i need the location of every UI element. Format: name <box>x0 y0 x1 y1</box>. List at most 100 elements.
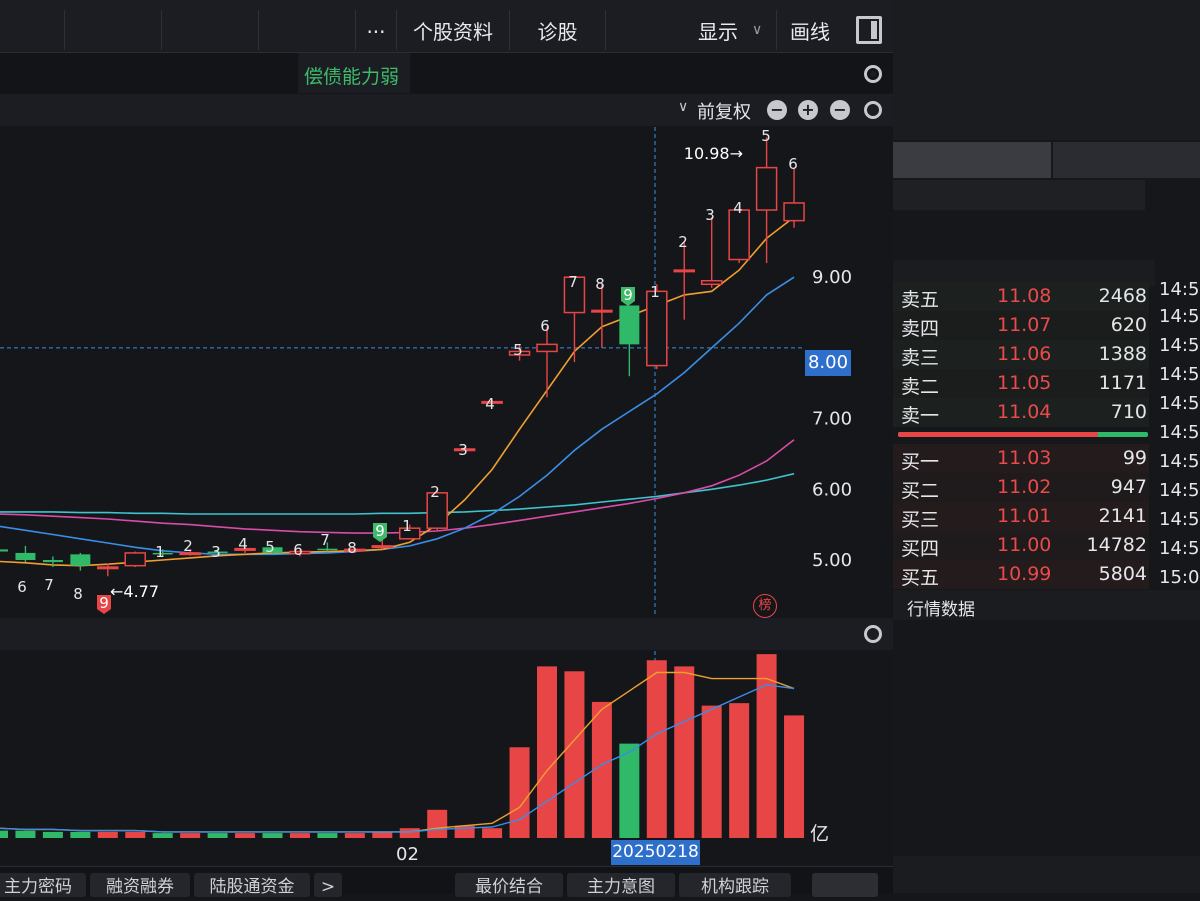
candle-body <box>700 279 723 286</box>
tick-time: 14:5 <box>1159 279 1200 300</box>
ask-volume: 620 <box>1110 314 1147 336</box>
chart-sub-bar: ∨ 前复权 − + − <box>0 94 893 126</box>
candle-body <box>371 545 394 549</box>
toolbar-cell[interactable] <box>65 10 162 50</box>
bid-price: 11.01 <box>997 505 1052 527</box>
bid-price: 10.99 <box>997 563 1052 585</box>
td-count-label: 2 <box>678 233 688 251</box>
ask-row[interactable]: 卖四 11.07 620 <box>893 311 1149 340</box>
td-count-label: 6 <box>293 541 303 559</box>
ask-row[interactable]: 卖二 11.05 1171 <box>893 369 1149 398</box>
bid-row[interactable]: 买一 11.03 99 <box>893 444 1149 473</box>
tab-main-force-code[interactable]: 主力密码 <box>0 873 86 897</box>
td-count-label: 5 <box>761 127 771 145</box>
bottom-tab-bar: 主力密码 融资融券 陆股通资金 > 最价结合 主力意图 机构跟踪 <box>0 866 893 897</box>
volume-chart[interactable]: 亿 02 20250218 <box>0 651 893 866</box>
candle <box>619 305 640 377</box>
tab-more[interactable] <box>812 873 878 897</box>
ask-volume: 2468 <box>1098 285 1147 307</box>
more-button[interactable]: ··· <box>355 10 396 50</box>
candle-body <box>728 209 750 261</box>
tab-northbound-funds[interactable]: 陆股通资金 <box>194 873 310 897</box>
quote-tab[interactable] <box>1053 142 1200 178</box>
tab-institution-track[interactable]: 机构跟踪 <box>679 873 791 897</box>
volume-bar <box>97 831 118 838</box>
candle-body <box>619 305 640 345</box>
gear-icon[interactable] <box>864 65 882 83</box>
toolbar-cell[interactable] <box>259 10 356 50</box>
candle-body <box>783 202 805 222</box>
candle <box>536 326 558 398</box>
kline-svg[interactable]: 9.007.006.005.006 7 8 91 2 3 4 5 67 89 1234567 89 12… <box>0 127 893 617</box>
risk-warning-label: 偿债能力弱 <box>304 66 400 88</box>
bid-name: 买四 <box>901 538 940 560</box>
candle <box>15 545 36 563</box>
td-count-label: 1 <box>402 517 412 535</box>
display-dropdown[interactable]: 显示 ∨ <box>605 10 776 50</box>
diagnose-button[interactable]: 诊股 <box>509 10 605 50</box>
bid-price: 11.02 <box>997 476 1052 498</box>
toolbar-cell[interactable] <box>0 10 65 50</box>
zoom-in-icon[interactable]: + <box>798 100 818 120</box>
toolbar-cell[interactable] <box>162 10 259 50</box>
rank-badge[interactable]: 榜 <box>753 594 777 618</box>
stock-info-button[interactable]: 个股资料 <box>396 10 509 50</box>
tab-margin-trading[interactable]: 融资融券 <box>90 873 190 897</box>
volume-bar <box>784 715 805 838</box>
td-count-label: 6 <box>17 578 27 596</box>
bid-row[interactable]: 买五 10.99 5804 <box>893 560 1149 589</box>
adjust-mode-dropdown[interactable]: 前复权 <box>697 98 751 124</box>
tick-time: 14:5 <box>1159 509 1200 530</box>
volume-bar <box>482 828 503 838</box>
volume-bar <box>317 833 338 838</box>
volume-bar <box>399 828 420 838</box>
panel-toggle-icon[interactable] <box>856 16 882 44</box>
volume-bar <box>509 747 530 838</box>
bid-volume: 14782 <box>1086 534 1147 556</box>
crosshair-date-label: 20250218 <box>611 840 700 865</box>
candle-body <box>15 552 36 560</box>
market-data-header[interactable]: 行情数据 <box>893 590 1200 620</box>
ask-row[interactable]: 卖三 11.06 1388 <box>893 340 1149 369</box>
tick-time: 14:5 <box>1159 364 1200 385</box>
candle-body <box>673 269 695 273</box>
candle <box>673 241 695 320</box>
ask-row[interactable]: 卖一 11.04 710 <box>893 398 1149 427</box>
chevron-right-icon[interactable]: > <box>314 873 342 897</box>
tick-time: 14:5 <box>1159 393 1200 414</box>
chevron-down-icon[interactable]: ∨ <box>678 99 688 115</box>
quote-tab[interactable] <box>893 142 1051 178</box>
td-count-label: 7 <box>320 531 330 549</box>
ask-name: 卖三 <box>901 347 940 369</box>
y-tick-label: 6.00 <box>812 479 852 500</box>
kline-chart[interactable]: 9.00 7.00 6.00 5.00 6 7 8 9 1 2 3 4 5 6 7 8 9 1 2 3 4 5 6 7 8 9 1 2… <box>0 127 893 618</box>
zoom-out-icon[interactable]: − <box>830 100 850 120</box>
bid-row[interactable]: 买三 11.01 2141 <box>893 502 1149 531</box>
candle <box>591 284 613 348</box>
draw-line-button[interactable]: 画线 <box>776 10 843 50</box>
top-toolbar: ··· 个股资料 诊股 显示 ∨ 画线 <box>0 0 893 53</box>
ask-price: 11.05 <box>997 372 1052 394</box>
volume-bar <box>427 809 448 838</box>
bid-volume: 99 <box>1122 447 1147 469</box>
gear-icon[interactable] <box>864 625 882 643</box>
volume-bar <box>344 833 365 838</box>
volume-bar <box>674 666 695 838</box>
bid-volume: 5804 <box>1098 563 1147 585</box>
volume-svg[interactable] <box>0 651 893 866</box>
bid-row[interactable]: 买四 11.00 14782 <box>893 531 1149 560</box>
volume-bar <box>235 833 256 838</box>
bid-row[interactable]: 买二 11.02 947 <box>893 473 1149 502</box>
high-price-annotation: 10.98→ <box>684 144 743 163</box>
bid-volume: 2141 <box>1098 505 1147 527</box>
candle <box>97 563 119 577</box>
tick-time: 14:5 <box>1159 538 1200 559</box>
tab-price-volume[interactable]: 最价结合 <box>455 873 563 897</box>
chevron-down-icon: ∨ <box>752 22 763 38</box>
ask-price: 11.07 <box>997 314 1052 336</box>
gear-icon[interactable] <box>864 101 882 119</box>
ask-row[interactable]: 卖五 11.08 2468 <box>893 282 1149 311</box>
minus-circle-icon[interactable]: − <box>767 100 787 120</box>
td-count-label: 6 <box>540 317 550 335</box>
tab-main-intent[interactable]: 主力意图 <box>567 873 675 897</box>
